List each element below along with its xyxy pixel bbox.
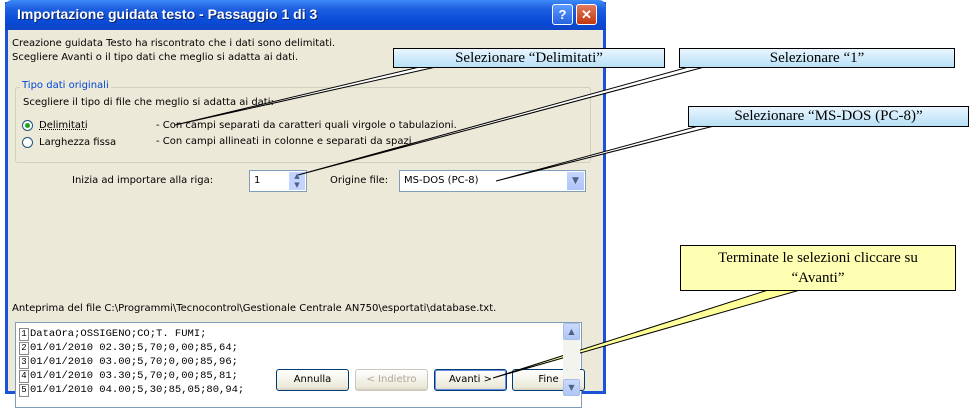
pointer-avanti <box>492 289 801 379</box>
callout-delimitati: Selezionare “Delimitati” <box>393 48 665 68</box>
pointer-delimitati <box>174 64 446 126</box>
callout-avanti: Terminate le selezioni cliccare su “Avan… <box>680 245 956 291</box>
vertical-scrollbar[interactable]: ▲ ▼ <box>563 323 580 396</box>
callout-one: Selezionare “1” <box>679 48 955 68</box>
callout-avanti-line-2: “Avanti” <box>791 270 845 286</box>
preview-row-number: 5 <box>19 384 29 397</box>
preview-row: 5 01/01/2010 04.00;5,30;85,05;80,94; <box>19 384 244 397</box>
callout-msdos: Selezionare “MS-DOS (PC-8)” <box>688 106 969 127</box>
preview-row-text: 01/01/2010 04.00;5,30;85,05;80,94; <box>30 384 245 396</box>
pointer-msdos <box>495 123 723 182</box>
scroll-down-icon[interactable]: ▼ <box>563 379 580 396</box>
scroll-up-icon[interactable]: ▲ <box>563 323 580 340</box>
callout-avanti-line-1: Terminate le selezioni cliccare su <box>718 250 918 266</box>
